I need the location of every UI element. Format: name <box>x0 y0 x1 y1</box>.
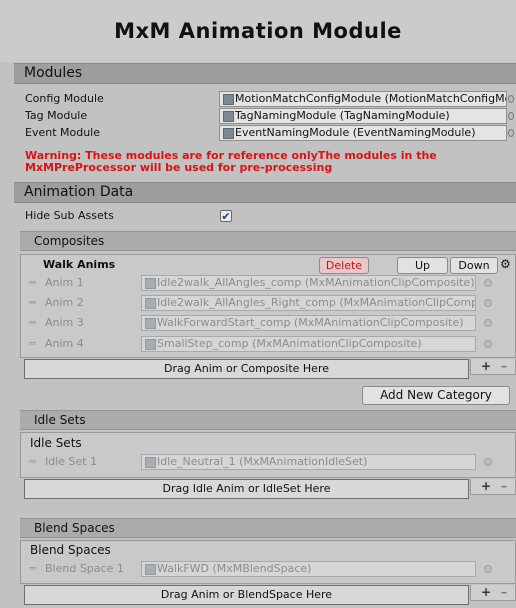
modules-warning: Warning: These modules are for reference… <box>25 150 505 174</box>
anim-1-value: Idle2walk_AllAngles_comp (MxMAnimationCl… <box>157 276 475 289</box>
object-field-icon <box>223 94 234 105</box>
anim-2-label: Anim 2 <box>45 296 84 309</box>
idle-set-1-value: Idle_Neutral_1 (MxMAnimationIdleSet) <box>157 455 368 468</box>
remove-item-button[interactable]: – <box>501 585 507 599</box>
tag-module-value: TagNamingModule (TagNamingModule) <box>235 109 450 122</box>
anim-1-label: Anim 1 <box>45 276 84 289</box>
object-picker-icon[interactable] <box>484 319 492 327</box>
add-item-button[interactable]: + <box>481 585 491 599</box>
object-picker-icon[interactable] <box>484 299 492 307</box>
object-picker-icon[interactable] <box>484 565 492 573</box>
object-field-icon <box>223 128 234 139</box>
anim-1-field[interactable]: Idle2walk_AllAngles_comp (MxMAnimationCl… <box>141 275 476 291</box>
idle-set-1-field[interactable]: Idle_Neutral_1 (MxMAnimationIdleSet) <box>141 454 476 470</box>
add-new-category-button[interactable]: Add New Category <box>362 386 510 405</box>
remove-item-button[interactable]: – <box>501 359 507 373</box>
composite-drop-zone[interactable]: Drag Anim or Composite Here <box>24 359 469 379</box>
composites-header[interactable]: Composites <box>20 231 516 251</box>
anim-2-field[interactable]: Idle2walk_AllAngles_Right_comp (MxMAnima… <box>141 295 476 311</box>
object-picker-icon[interactable] <box>508 95 514 103</box>
config-module-field[interactable]: MotionMatchConfigModule (MotionMatchConf… <box>219 91 507 107</box>
anim-4-label: Anim 4 <box>45 337 84 350</box>
object-field-icon <box>145 298 156 309</box>
delete-category-button[interactable]: Delete <box>319 257 369 274</box>
animation-data-section-header[interactable]: Animation Data <box>14 182 516 203</box>
blend-spaces-header[interactable]: Blend Spaces <box>20 518 516 538</box>
event-module-value: EventNamingModule (EventNamingModule) <box>235 126 476 139</box>
warning-line-2: MxMPreProcessor will be used for pre-pro… <box>25 161 333 174</box>
composites-list-controls: + – <box>470 359 516 375</box>
tag-module-label: Tag Module <box>25 109 88 122</box>
modules-section-header[interactable]: Modules <box>14 63 516 84</box>
event-module-field[interactable]: EventNamingModule (EventNamingModule) <box>219 125 507 141</box>
drag-handle-icon[interactable]: ═ <box>29 454 36 470</box>
gear-icon[interactable]: ⚙ <box>500 255 516 273</box>
blend-spaces-list: Blend Spaces ═ Blend Space 1 WalkFWD (Mx… <box>20 540 516 584</box>
blend-space-1-field[interactable]: WalkFWD (MxMBlendSpace) <box>141 561 476 577</box>
object-field-icon <box>145 318 156 329</box>
idle-drop-zone[interactable]: Drag Idle Anim or IdleSet Here <box>24 479 469 499</box>
composites-list: Walk Anims Delete Up Down ⚙ ═ Anim 1 Idl… <box>20 254 516 358</box>
idle-sets-list-title: Idle Sets <box>30 436 82 450</box>
blendspace-drop-zone[interactable]: Drag Anim or BlendSpace Here <box>24 585 469 605</box>
idle-sets-header[interactable]: Idle Sets <box>20 410 516 430</box>
idle-list-controls: + – <box>470 479 516 495</box>
object-picker-icon[interactable] <box>508 129 514 137</box>
blend-space-1-value: WalkFWD (MxMBlendSpace) <box>157 562 312 575</box>
hide-sub-assets-label: Hide Sub Assets <box>25 209 114 222</box>
object-field-icon <box>145 457 156 468</box>
blend-spaces-list-title: Blend Spaces <box>30 543 111 557</box>
module-title: MxM Animation Module <box>0 0 516 62</box>
object-field-icon <box>145 339 156 350</box>
move-up-button[interactable]: Up <box>397 257 448 274</box>
object-picker-icon[interactable] <box>484 340 492 348</box>
remove-item-button[interactable]: – <box>501 479 507 493</box>
object-field-icon <box>145 564 156 575</box>
drag-handle-icon[interactable]: ═ <box>29 336 36 352</box>
config-module-value: MotionMatchConfigModule (MotionMatchConf… <box>235 92 507 105</box>
idle-set-1-label: Idle Set 1 <box>45 455 98 468</box>
anim-4-value: SmallStep_comp (MxMAnimationClipComposit… <box>157 337 422 350</box>
object-picker-icon[interactable] <box>484 279 492 287</box>
idle-sets-list: Idle Sets ═ Idle Set 1 Idle_Neutral_1 (M… <box>20 432 516 478</box>
add-item-button[interactable]: + <box>481 359 491 373</box>
drag-handle-icon[interactable]: ═ <box>29 295 36 311</box>
checkmark-icon: ✔ <box>221 210 231 223</box>
drag-handle-icon[interactable]: ═ <box>29 275 36 291</box>
drag-handle-icon[interactable]: ═ <box>29 315 36 331</box>
blend-space-1-label: Blend Space 1 <box>45 562 124 575</box>
tag-module-field[interactable]: TagNamingModule (TagNamingModule) <box>219 108 507 124</box>
config-module-label: Config Module <box>25 92 104 105</box>
move-down-button[interactable]: Down <box>450 257 498 274</box>
object-field-icon <box>223 111 234 122</box>
object-picker-icon[interactable] <box>508 112 514 120</box>
anim-4-field[interactable]: SmallStep_comp (MxMAnimationClipComposit… <box>141 336 476 352</box>
anim-3-field[interactable]: WalkForwardStart_comp (MxMAnimationClipC… <box>141 315 476 331</box>
add-item-button[interactable]: + <box>481 479 491 493</box>
category-name[interactable]: Walk Anims <box>43 258 115 271</box>
object-picker-icon[interactable] <box>484 458 492 466</box>
anim-3-value: WalkForwardStart_comp (MxMAnimationClipC… <box>157 316 464 329</box>
blendspace-list-controls: + – <box>470 585 516 601</box>
anim-2-value: Idle2walk_AllAngles_Right_comp (MxMAnima… <box>157 296 476 309</box>
anim-3-label: Anim 3 <box>45 316 84 329</box>
event-module-label: Event Module <box>25 126 101 139</box>
drag-handle-icon[interactable]: ═ <box>29 561 36 577</box>
object-field-icon <box>145 278 156 289</box>
hide-sub-assets-checkbox[interactable]: ✔ <box>220 210 232 222</box>
